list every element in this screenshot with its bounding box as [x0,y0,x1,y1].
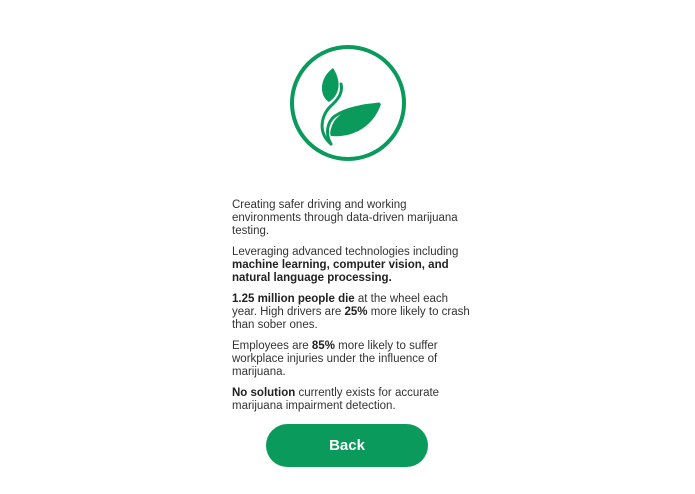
body-text: Creating safer driving and working envir… [232,199,458,237]
emphasis-text: No solution [232,387,296,399]
emphasis-text: 1.25 million people die [232,293,355,305]
emphasis-text: 85% [311,340,335,352]
emphasis-text: machine learning, computer vision, and n… [232,259,449,284]
description-paragraph: No solution currently exists for accurat… [232,387,472,413]
back-button[interactable]: Back [266,424,428,467]
description-text: Creating safer driving and working envir… [232,199,472,421]
sprout-logo-icon [289,44,407,162]
body-text: Leveraging advanced technologies includi… [232,246,459,258]
description-paragraph: Leveraging advanced technologies includi… [232,246,472,285]
description-paragraph: Creating safer driving and working envir… [232,199,472,238]
emphasis-text: 25% [344,306,368,318]
description-paragraph: Employees are 85% more likely to suffer … [232,340,472,379]
body-text: Employees are [232,340,312,352]
description-paragraph: 1.25 million people die at the wheel eac… [232,293,472,332]
